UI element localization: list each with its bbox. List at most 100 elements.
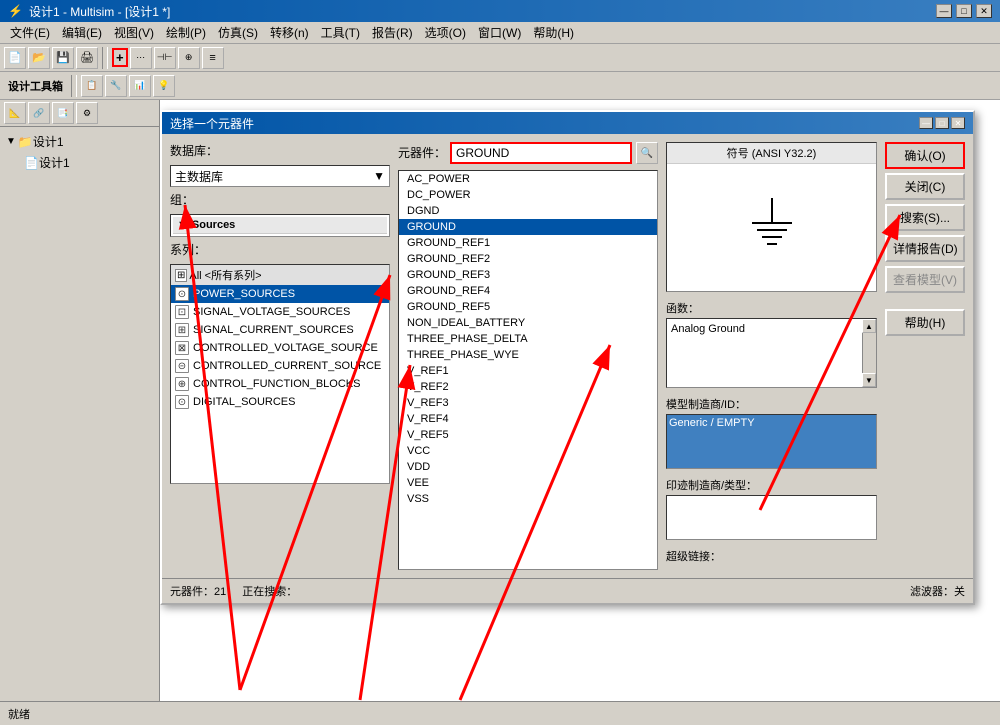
sidebar-tool-3[interactable]: 📑	[52, 102, 74, 124]
menu-view[interactable]: 视图(V)	[108, 22, 160, 43]
family-ctrl-current[interactable]: ⊝ CONTROLLED_CURRENT_SOURCE	[171, 357, 389, 375]
toolbar-2: 设计工具箱 📋 🔧 📊 💡	[0, 72, 1000, 100]
help-button[interactable]: 帮助(H)	[885, 309, 965, 336]
tree-item-design1-sub[interactable]: 📄 设计1	[4, 152, 155, 173]
dialog-title-buttons: — □ ✕	[919, 117, 965, 129]
family-ctrl-voltage[interactable]: ⊠ CONTROLLED_VOLTAGE_SOURCE	[171, 339, 389, 357]
scrollbar-up-btn[interactable]: ▲	[862, 319, 876, 333]
menu-transfer[interactable]: 转移(n)	[264, 22, 315, 43]
comp-v-ref4[interactable]: V_REF4	[399, 411, 657, 427]
search-button[interactable]: 搜索(S)...	[885, 204, 965, 231]
function-scrollbar[interactable]: ▲ ▼	[862, 319, 876, 387]
dialog-close-btn[interactable]: ✕	[951, 117, 965, 129]
menu-file[interactable]: 文件(E)	[4, 22, 56, 43]
add-component-button[interactable]: +	[112, 48, 128, 67]
comp-v-ref1[interactable]: V_REF1	[399, 363, 657, 379]
comp-ground-ref1[interactable]: GROUND_REF1	[399, 235, 657, 251]
comp-ground-ref5[interactable]: GROUND_REF5	[399, 299, 657, 315]
component-list[interactable]: AC_POWER DC_POWER DGND GROUND GROUND_REF…	[398, 170, 658, 570]
comp-v-ref3[interactable]: V_REF3	[399, 395, 657, 411]
component-label: 元器件：	[398, 144, 446, 161]
family-signal-current[interactable]: ⊞ SIGNAL_CURRENT_SOURCES	[171, 321, 389, 339]
maximize-button[interactable]: □	[956, 4, 972, 18]
comp-dgnd[interactable]: DGND	[399, 203, 657, 219]
dialog-footer: 元器件：21 正在搜索： 滤波器：关	[162, 578, 973, 603]
menu-draw[interactable]: 绘制(P)	[160, 22, 212, 43]
menu-help[interactable]: 帮助(H)	[527, 22, 580, 43]
sidebar-tree: ▼ 📁 设计1 📄 设计1	[0, 127, 159, 701]
sidebar-tool-1[interactable]: 📐	[4, 102, 26, 124]
bus-button[interactable]: ⊣⊢	[154, 47, 176, 69]
comp-vcc[interactable]: VCC	[399, 443, 657, 459]
comp-vdd[interactable]: VDD	[399, 459, 657, 475]
sidebar-tool-2[interactable]: 🔗	[28, 102, 50, 124]
menu-tools[interactable]: 工具(T)	[315, 22, 366, 43]
confirm-button[interactable]: 确认(O)	[885, 142, 965, 169]
comp-ground-ref3[interactable]: GROUND_REF3	[399, 267, 657, 283]
component-search-icon[interactable]: 🔍	[636, 142, 658, 164]
tb2-btn4[interactable]: 💡	[153, 75, 175, 97]
dialog-buttons-panel: 确认(O) 关闭(C) 搜索(S)... 详情报告(D) 查看模型(V) 帮助(…	[885, 142, 965, 570]
family-digital[interactable]: ⊙ DIGITAL_SOURCES	[171, 393, 389, 411]
family-listbox[interactable]: ⊞ All <所有系列> ⊙ POWER_SOURCES ⊡ SIGNAL_VO…	[170, 264, 390, 484]
new-button[interactable]: 📄	[4, 47, 26, 69]
dialog-max-btn[interactable]: □	[935, 117, 949, 129]
tb2-btn1[interactable]: 📋	[81, 75, 103, 97]
family-ctrl-func[interactable]: ⊕ CONTROL_FUNCTION_BLOCKS	[171, 375, 389, 393]
component-input-value: GROUND	[456, 146, 509, 160]
comp-v-ref5[interactable]: V_REF5	[399, 427, 657, 443]
dialog-min-btn[interactable]: —	[919, 117, 933, 129]
group-expanded-list: ▼ Sources	[170, 214, 390, 237]
family-signal-voltage[interactable]: ⊡ SIGNAL_VOLTAGE_SOURCES	[171, 303, 389, 321]
status-ready: 就绪	[8, 706, 30, 722]
close-button[interactable]: ✕	[976, 4, 992, 18]
comp-three-phase-wye[interactable]: THREE_PHASE_WYE	[399, 347, 657, 363]
save-button[interactable]: 💾	[52, 47, 74, 69]
group-label: 组：	[170, 191, 390, 208]
comp-v-ref2[interactable]: V_REF2	[399, 379, 657, 395]
menu-window[interactable]: 窗口(W)	[472, 22, 527, 43]
wire-button[interactable]: ⋯	[130, 47, 152, 69]
comp-three-phase-delta[interactable]: THREE_PHASE_DELTA	[399, 331, 657, 347]
comp-ground-ref4[interactable]: GROUND_REF4	[399, 283, 657, 299]
ground-symbol-svg	[742, 188, 802, 268]
symbol-content	[667, 164, 876, 291]
function-box: Analog Ground ▲ ▼	[666, 318, 877, 388]
close-dialog-button[interactable]: 关闭(C)	[885, 173, 965, 200]
comp-vss[interactable]: VSS	[399, 491, 657, 507]
comp-non-ideal-battery[interactable]: NON_IDEAL_BATTERY	[399, 315, 657, 331]
tree-sub-label: 设计1	[39, 154, 70, 171]
hyperlink-label: 超级链接：	[666, 548, 877, 564]
tree-item-design1[interactable]: ▼ 📁 设计1	[4, 131, 155, 152]
comp-ground[interactable]: GROUND	[399, 219, 657, 235]
tb2-btn2[interactable]: 🔧	[105, 75, 127, 97]
sidebar-tools: 📐 🔗 📑 ⚙	[0, 100, 159, 127]
comp-ground-ref2[interactable]: GROUND_REF2	[399, 251, 657, 267]
net-button[interactable]: ≡	[202, 47, 224, 69]
comp-vee[interactable]: VEE	[399, 475, 657, 491]
view-model-button[interactable]: 查看模型(V)	[885, 266, 965, 293]
comp-dc-power[interactable]: DC_POWER	[399, 187, 657, 203]
junction-button[interactable]: ⊕	[178, 47, 200, 69]
sidebar-tool-4[interactable]: ⚙	[76, 102, 98, 124]
menu-simulate[interactable]: 仿真(S)	[212, 22, 264, 43]
menu-reports[interactable]: 报告(R)	[366, 22, 419, 43]
component-input[interactable]: GROUND	[450, 142, 632, 164]
scrollbar-down-btn[interactable]: ▼	[862, 373, 876, 387]
comp-ac-power[interactable]: AC_POWER	[399, 171, 657, 187]
detail-report-button[interactable]: 详情报告(D)	[885, 235, 965, 262]
expand-icon: ▼	[6, 136, 16, 147]
canvas-area[interactable]: 选择一个元器件 — □ ✕ 数据库： 主数据库 ▼ 组：	[160, 100, 1000, 701]
digital-sources-label: DIGITAL_SOURCES	[193, 396, 296, 408]
minimize-button[interactable]: —	[936, 4, 952, 18]
menu-options[interactable]: 选项(O)	[419, 22, 472, 43]
function-label: 函数：	[666, 300, 877, 316]
family-all-item[interactable]: ⊞ All <所有系列>	[171, 265, 389, 285]
family-power-sources[interactable]: ⊙ POWER_SOURCES	[171, 285, 389, 303]
open-button[interactable]: 📂	[28, 47, 50, 69]
database-dropdown[interactable]: 主数据库 ▼	[170, 165, 390, 187]
print-button[interactable]: 🖨	[76, 47, 98, 69]
tb2-btn3[interactable]: 📊	[129, 75, 151, 97]
all-icon: ⊞	[175, 269, 187, 282]
menu-edit[interactable]: 编辑(E)	[56, 22, 108, 43]
